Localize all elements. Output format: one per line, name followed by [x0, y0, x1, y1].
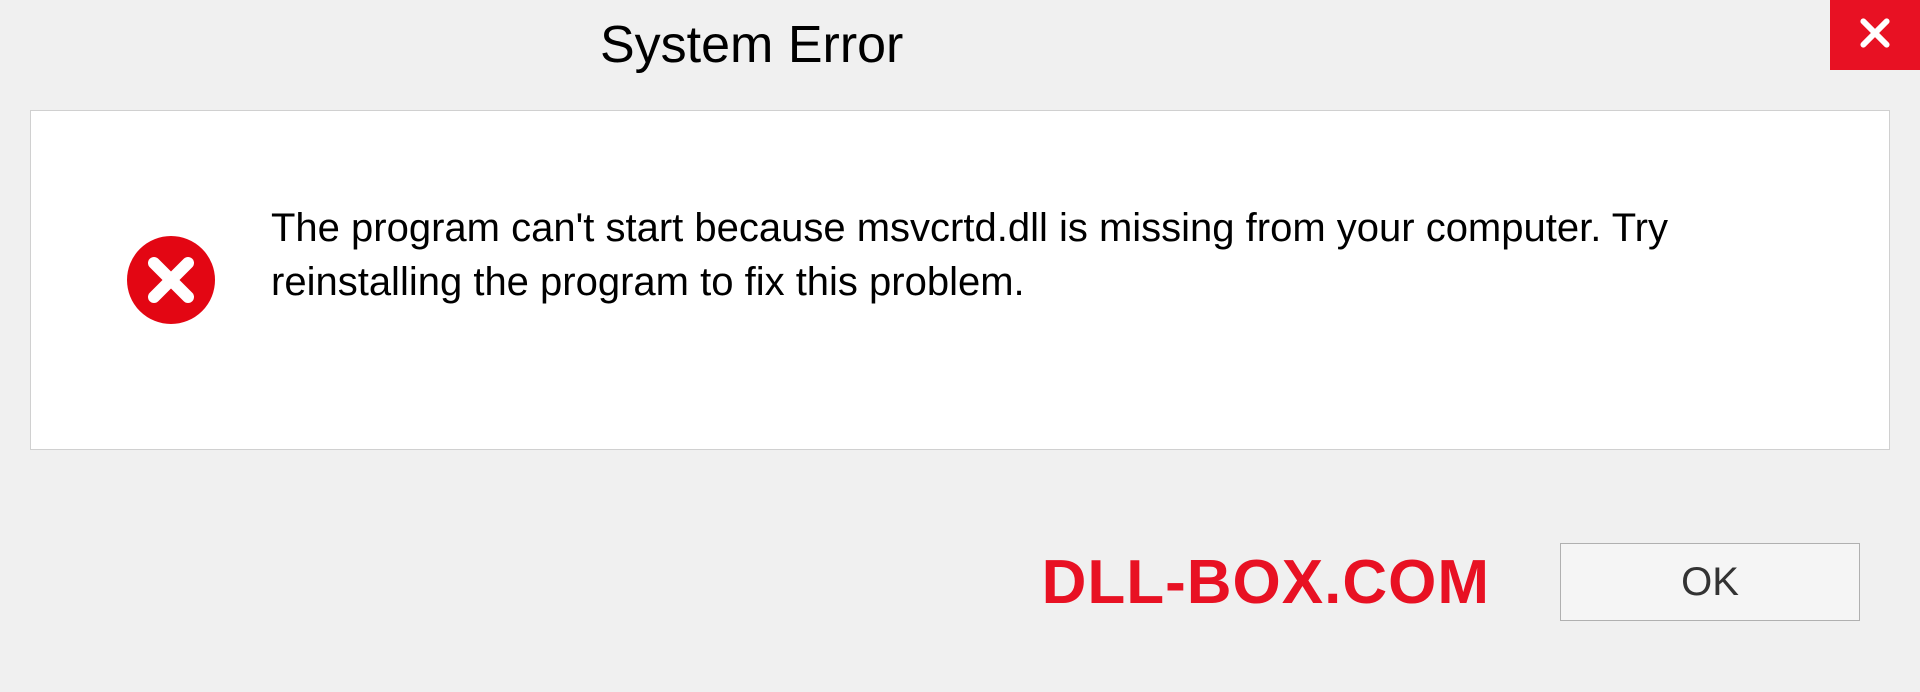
dialog-footer: DLL-BOX.COM OK — [0, 472, 1920, 692]
close-icon — [1855, 13, 1895, 58]
dialog-title: System Error — [600, 15, 903, 75]
watermark-text: DLL-BOX.COM — [1042, 547, 1490, 618]
dialog-titlebar: System Error — [0, 0, 1920, 90]
error-message: The program can't start because msvcrtd.… — [271, 201, 1829, 309]
close-button[interactable] — [1830, 0, 1920, 70]
dialog-content: The program can't start because msvcrtd.… — [30, 110, 1890, 450]
ok-button[interactable]: OK — [1560, 543, 1860, 621]
error-icon — [121, 230, 221, 330]
